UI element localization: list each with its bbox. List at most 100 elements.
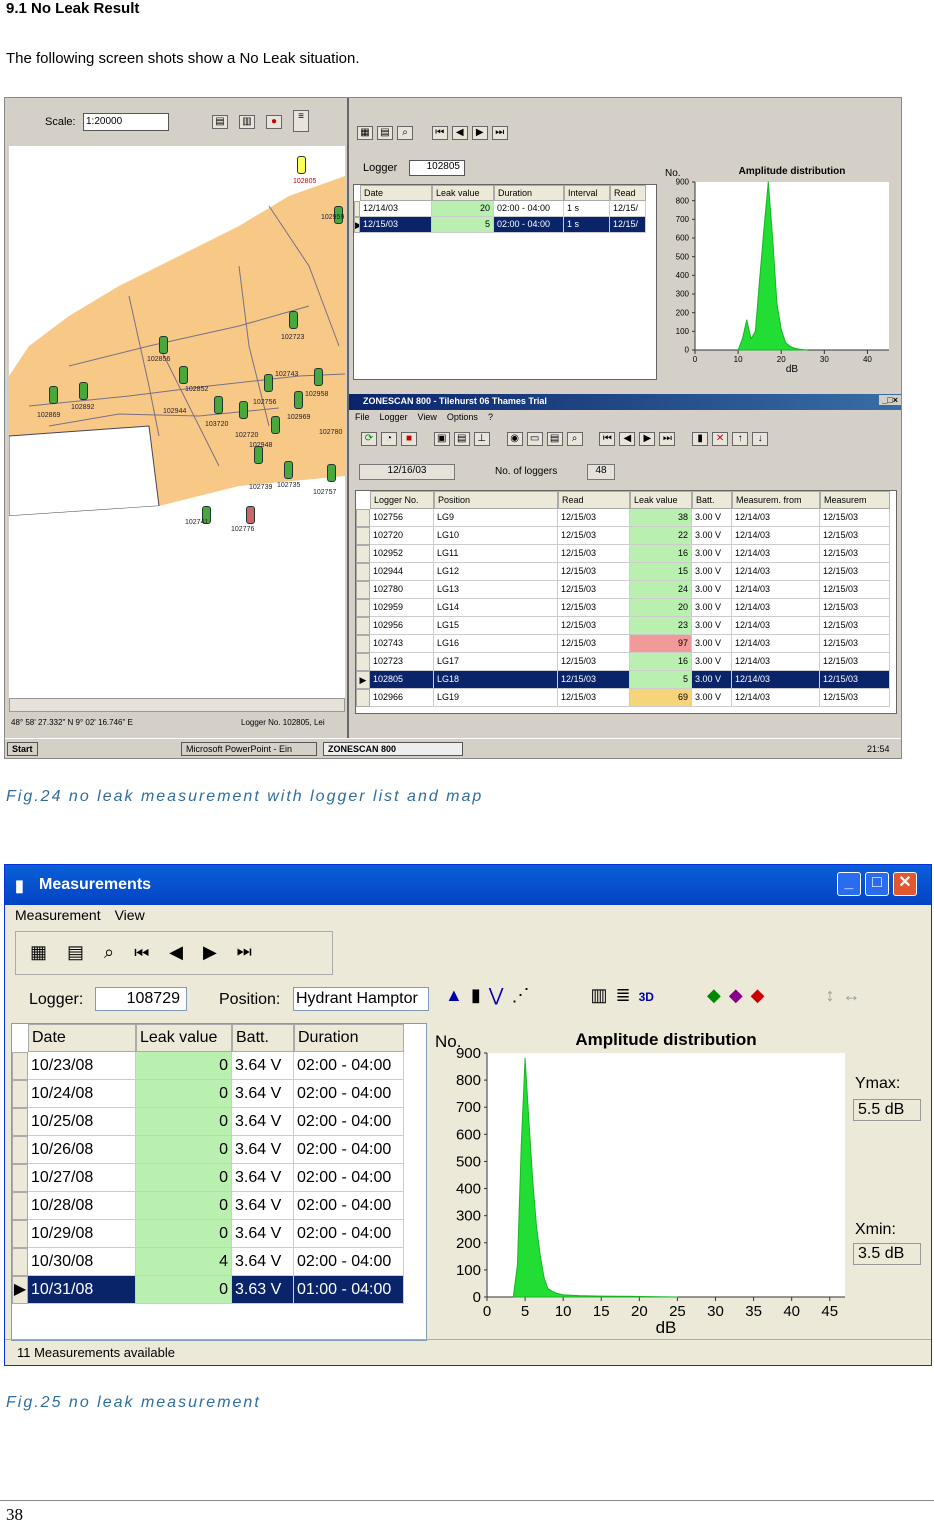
row-selector[interactable] (12, 1192, 28, 1220)
row-selector[interactable] (356, 509, 370, 527)
logger-marker[interactable] (284, 461, 293, 479)
row-selector[interactable] (12, 1136, 28, 1164)
up-icon[interactable]: ↑ (732, 432, 749, 446)
logger-marker[interactable] (79, 382, 88, 400)
read-icon[interactable]: ◔ (381, 432, 397, 446)
last-icon[interactable]: ⏭ (659, 432, 676, 446)
menu-view[interactable]: View (115, 907, 145, 923)
logger-marker[interactable] (271, 416, 280, 434)
stop-icon[interactable]: ■ (401, 432, 417, 446)
column-header[interactable]: Read (558, 491, 630, 509)
color-icon[interactable]: ◆ (707, 985, 729, 1005)
menu-item[interactable]: View (418, 412, 437, 422)
logger-marker[interactable] (239, 401, 248, 419)
logger-marker[interactable] (214, 396, 223, 414)
row-selector[interactable] (356, 635, 370, 653)
start-button[interactable]: Start (7, 742, 38, 756)
logger-marker[interactable] (264, 374, 273, 392)
scatter-chart-icon[interactable]: ⋰ (512, 985, 538, 1005)
vertical-scale-icon[interactable]: ↕ (826, 985, 843, 1005)
logger-icon[interactable]: ▮ (692, 432, 709, 446)
map-area[interactable]: 102805 102959 102723 102856 102743 10285… (8, 146, 346, 698)
logger-marker[interactable] (246, 506, 255, 524)
row-selector[interactable] (356, 689, 370, 707)
row-selector[interactable] (12, 1052, 28, 1080)
column-header[interactable]: Measurem (820, 491, 890, 509)
row-selector[interactable] (12, 1248, 28, 1276)
row-selector[interactable] (356, 599, 370, 617)
column-header[interactable]: Duration (494, 185, 564, 201)
row-selector[interactable] (356, 653, 370, 671)
logger-marker[interactable] (297, 156, 306, 174)
next-icon[interactable]: ▶ (203, 942, 237, 962)
prev-icon[interactable]: ◀ (169, 942, 203, 962)
row-selector[interactable] (356, 527, 370, 545)
minimize-button[interactable]: _ (837, 872, 861, 896)
logger-marker[interactable] (49, 386, 58, 404)
settings-icon[interactable]: ▭ (526, 432, 543, 446)
logger-marker[interactable] (289, 311, 298, 329)
logger-marker[interactable] (314, 368, 323, 386)
row-selector[interactable] (12, 1220, 28, 1248)
task-powerpoint[interactable]: Microsoft PowerPoint - Ein (181, 742, 317, 756)
column-header[interactable]: Duration (294, 1024, 404, 1052)
column-header[interactable]: Leak value (630, 491, 692, 509)
search-icon[interactable]: ⌕ (566, 432, 583, 446)
row-selector[interactable] (356, 617, 370, 635)
column-header[interactable]: Interval (564, 185, 610, 201)
first-icon[interactable]: ⏮ (599, 432, 616, 446)
last-icon[interactable]: ⏭ (237, 942, 272, 962)
print-icon[interactable]: ▤ (67, 942, 104, 962)
column-header[interactable]: Read (610, 185, 646, 201)
search-icon[interactable]: ⌕ (104, 942, 134, 962)
ymax-field[interactable]: 5.5 dB (853, 1099, 921, 1121)
bar-chart-icon[interactable]: ▮ (471, 985, 489, 1005)
next-icon[interactable]: ▶ (639, 432, 656, 446)
print-icon[interactable]: ▤ (377, 126, 393, 140)
last-icon[interactable]: ⏭ (491, 126, 508, 140)
column-header[interactable]: Batt. (232, 1024, 294, 1052)
columns-icon[interactable]: ▥ (591, 985, 616, 1005)
logger-field[interactable]: 102805 (409, 160, 465, 176)
refresh-icon[interactable]: ⟳ (361, 432, 377, 446)
column-header[interactable]: Date (28, 1024, 136, 1052)
scale-select[interactable]: 1:20000 (83, 113, 169, 131)
prev-icon[interactable]: ◀ (451, 126, 468, 140)
column-header[interactable]: Logger No. (370, 491, 434, 509)
print-icon[interactable]: ▤ (212, 115, 228, 129)
color-icon[interactable]: ◆ (751, 985, 773, 1005)
menu-item[interactable]: ? (488, 412, 493, 422)
list-icon[interactable]: ▤ (453, 432, 470, 446)
close-button[interactable]: ✕ (893, 872, 917, 896)
logger-field[interactable]: 108729 (95, 987, 187, 1011)
globe-icon[interactable]: ◉ (506, 432, 523, 446)
row-selector[interactable] (12, 1080, 28, 1108)
position-field[interactable]: Hydrant Hamptor (293, 987, 429, 1011)
line-chart-icon[interactable]: ⋁ (489, 985, 512, 1005)
logger-marker[interactable] (294, 391, 303, 409)
map-scrollbar[interactable] (9, 698, 345, 712)
column-header[interactable]: Leak value (432, 185, 494, 201)
task-zonescan[interactable]: ZONESCAN 800 (323, 742, 463, 756)
3d-icon[interactable]: 3D (639, 990, 654, 1004)
area-chart-icon[interactable]: ▲ (445, 985, 471, 1005)
logger-marker[interactable] (179, 366, 188, 384)
marker-icon[interactable]: ● (266, 115, 282, 129)
column-header[interactable]: Measurem. from (732, 491, 820, 509)
row-selector[interactable] (356, 545, 370, 563)
xmin-field[interactable]: 3.5 dB (853, 1243, 921, 1265)
column-header[interactable]: Batt. (692, 491, 732, 509)
menu-measurement[interactable]: Measurement (15, 907, 101, 923)
layer-icon[interactable]: ▥ (239, 115, 255, 129)
export-icon[interactable]: ▦ (30, 942, 67, 962)
menu-item[interactable]: Options (447, 412, 478, 422)
rows-icon[interactable]: ≣ (616, 985, 639, 1005)
save-icon[interactable]: ▣ (433, 432, 450, 446)
logger-marker[interactable] (159, 336, 168, 354)
logger-marker[interactable] (327, 464, 336, 482)
row-selector[interactable] (356, 563, 370, 581)
row-selector[interactable] (12, 1108, 28, 1136)
prev-icon[interactable]: ◀ (619, 432, 636, 446)
horizontal-scale-icon[interactable]: ↔ (843, 985, 869, 1005)
list-icon[interactable]: ≡ (293, 110, 309, 132)
